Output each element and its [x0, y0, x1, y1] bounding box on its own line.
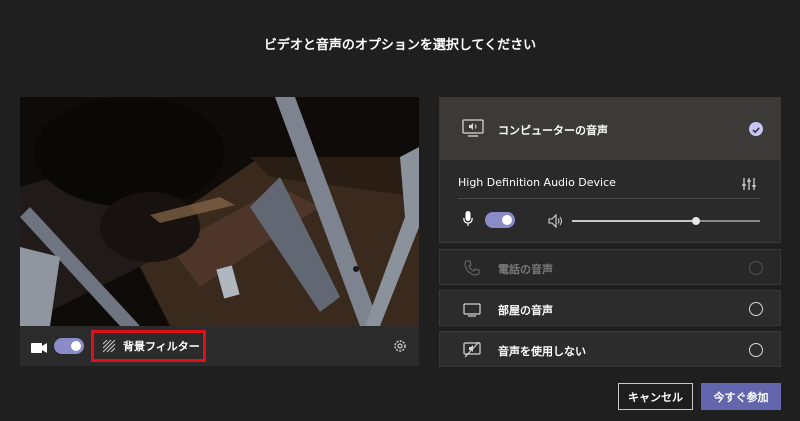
- no-audio-icon: [463, 341, 481, 362]
- join-now-button[interactable]: 今すぐ参加: [701, 383, 781, 410]
- microphone-toggle-knob: [502, 215, 512, 225]
- cancel-button[interactable]: キャンセル: [618, 383, 693, 410]
- volume-slider-fill: [572, 220, 697, 222]
- selected-check-icon: [749, 122, 763, 136]
- phone-icon: [464, 260, 480, 280]
- audio-device-name: High Definition Audio Device: [458, 176, 616, 189]
- speaker-volume-slider[interactable]: [572, 217, 760, 225]
- camera-toggle[interactable]: [54, 338, 84, 354]
- background-filter-label: 背景フィルター: [123, 340, 200, 353]
- device-settings-gear-icon[interactable]: [393, 338, 407, 357]
- camera-toggle-knob: [71, 341, 81, 351]
- audio-option-room[interactable]: 部屋の音声: [439, 290, 781, 326]
- phone-audio-radio: [749, 261, 763, 275]
- volume-slider-thumb[interactable]: [692, 217, 701, 225]
- no-audio-label: 音声を使用しない: [498, 345, 586, 358]
- room-audio-radio[interactable]: [749, 302, 763, 316]
- dialog-title: ビデオと音声のオプションを選択してください: [263, 38, 537, 53]
- audio-option-computer-header[interactable]: コンピューターの音声: [440, 98, 780, 160]
- camera-preview: [20, 97, 419, 326]
- audio-option-none[interactable]: 音声を使用しない: [439, 331, 781, 367]
- background-filter-icon: [102, 337, 116, 356]
- audio-divider: [458, 198, 760, 199]
- meeting-prejoin-dialog: ビデオと音声のオプションを選択してください 背景フィルター コンピューターの音声…: [0, 0, 800, 421]
- phone-audio-label: 電話の音声: [498, 263, 553, 276]
- video-controls-bar: 背景フィルター: [20, 326, 419, 366]
- computer-speaker-icon: [462, 119, 484, 141]
- speaker-volume-icon: [548, 213, 564, 232]
- background-filter-button[interactable]: 背景フィルター: [91, 330, 206, 362]
- no-audio-radio[interactable]: [749, 343, 763, 357]
- device-settings-sliders-icon[interactable]: [742, 176, 756, 195]
- microphone-icon: [463, 211, 473, 231]
- microphone-toggle[interactable]: [485, 212, 515, 228]
- room-audio-label: 部屋の音声: [498, 304, 553, 317]
- audio-option-phone: 電話の音声: [439, 249, 781, 285]
- room-display-icon: [463, 302, 481, 321]
- computer-audio-label: コンピューターの音声: [498, 124, 608, 137]
- camera-icon: [31, 339, 47, 358]
- audio-option-computer[interactable]: コンピューターの音声 High Definition Audio Device: [439, 97, 781, 243]
